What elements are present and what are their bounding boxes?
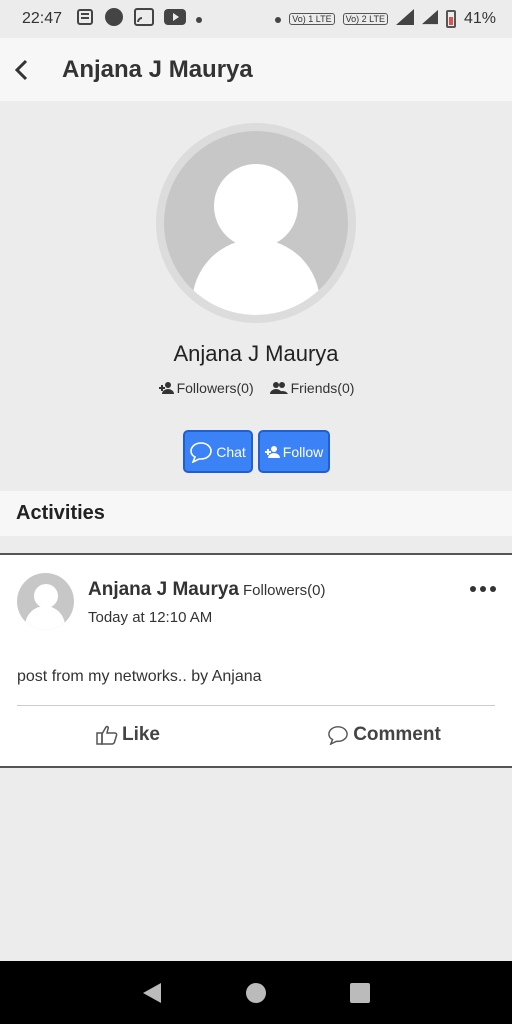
add-user-icon xyxy=(264,445,280,458)
friends-stat[interactable]: Friends(0) xyxy=(269,380,355,396)
post-body: post from my networks.. by Anjana xyxy=(17,668,262,685)
post-followers: Followers(0) xyxy=(243,582,326,599)
dot-icon xyxy=(275,10,282,28)
nav-back-icon[interactable] xyxy=(132,973,172,1013)
profile-actions: Chat Follow xyxy=(0,430,512,473)
chat-bubble-icon xyxy=(190,441,213,463)
chat-label: Chat xyxy=(216,443,246,460)
followers-label: Followers(0) xyxy=(176,380,254,396)
divider xyxy=(17,705,495,706)
add-user-icon xyxy=(158,382,174,394)
app-bar: Anjana J Maurya xyxy=(0,38,512,101)
activities-header: Activities xyxy=(0,491,512,536)
youtube-icon xyxy=(164,8,187,30)
record-icon xyxy=(104,7,124,32)
comment-bubble-icon xyxy=(328,726,349,745)
activities-title: Activities xyxy=(16,502,105,524)
post-author[interactable]: Anjana J Maurya xyxy=(88,579,239,600)
signal-icon xyxy=(421,9,438,30)
post-timestamp: Today at 12:10 AM xyxy=(88,609,213,626)
battery-level: 41% xyxy=(463,10,496,27)
friends-icon xyxy=(269,382,288,394)
post-card: Anjana J Maurya Followers(0) Today at 12:… xyxy=(0,553,512,768)
status-time: 22:47 xyxy=(22,10,63,27)
chat-button[interactable]: Chat xyxy=(182,430,253,473)
volte1-label: Vo) 1 LTE xyxy=(289,13,335,25)
friends-label: Friends(0) xyxy=(290,380,355,396)
comment-label: Comment xyxy=(353,724,441,745)
volte2-label: Vo) 2 LTE xyxy=(342,13,388,25)
profile-name: Anjana J Maurya xyxy=(173,341,339,366)
thumbs-up-icon xyxy=(96,725,118,745)
comment-button[interactable]: Comment xyxy=(256,715,512,755)
page-title: Anjana J Maurya xyxy=(62,55,253,83)
news-icon xyxy=(76,8,94,31)
like-label: Like xyxy=(121,724,161,745)
follow-label: Follow xyxy=(282,443,324,460)
followers-stat[interactable]: Followers(0) xyxy=(158,380,254,396)
nav-recents-icon[interactable] xyxy=(340,973,380,1013)
follow-button[interactable]: Follow xyxy=(257,430,330,473)
post-author-line: Anjana J Maurya Followers(0) xyxy=(88,579,326,601)
profile-stats: Followers(0) Friends(0) xyxy=(0,380,512,396)
cast-icon xyxy=(134,7,155,32)
more-options-icon[interactable] xyxy=(470,579,496,599)
back-button[interactable] xyxy=(4,52,40,88)
dot-icon xyxy=(196,10,203,28)
post-avatar[interactable] xyxy=(17,573,74,630)
battery-icon xyxy=(445,10,456,28)
post-actions: Like Comment xyxy=(0,715,512,755)
profile-avatar xyxy=(156,123,356,323)
avatar-placeholder-icon xyxy=(164,131,348,315)
profile-section: Anjana J Maurya Followers(0) Friends(0) … xyxy=(0,101,512,491)
nav-home-icon[interactable] xyxy=(236,973,276,1013)
like-button[interactable]: Like xyxy=(0,715,256,755)
back-arrow-icon xyxy=(14,59,28,80)
signal-icon xyxy=(395,8,414,30)
status-bar: 22:47 Vo) 1 LTE Vo) 2 LTE 41% xyxy=(0,0,512,38)
system-nav-bar xyxy=(0,961,512,1024)
